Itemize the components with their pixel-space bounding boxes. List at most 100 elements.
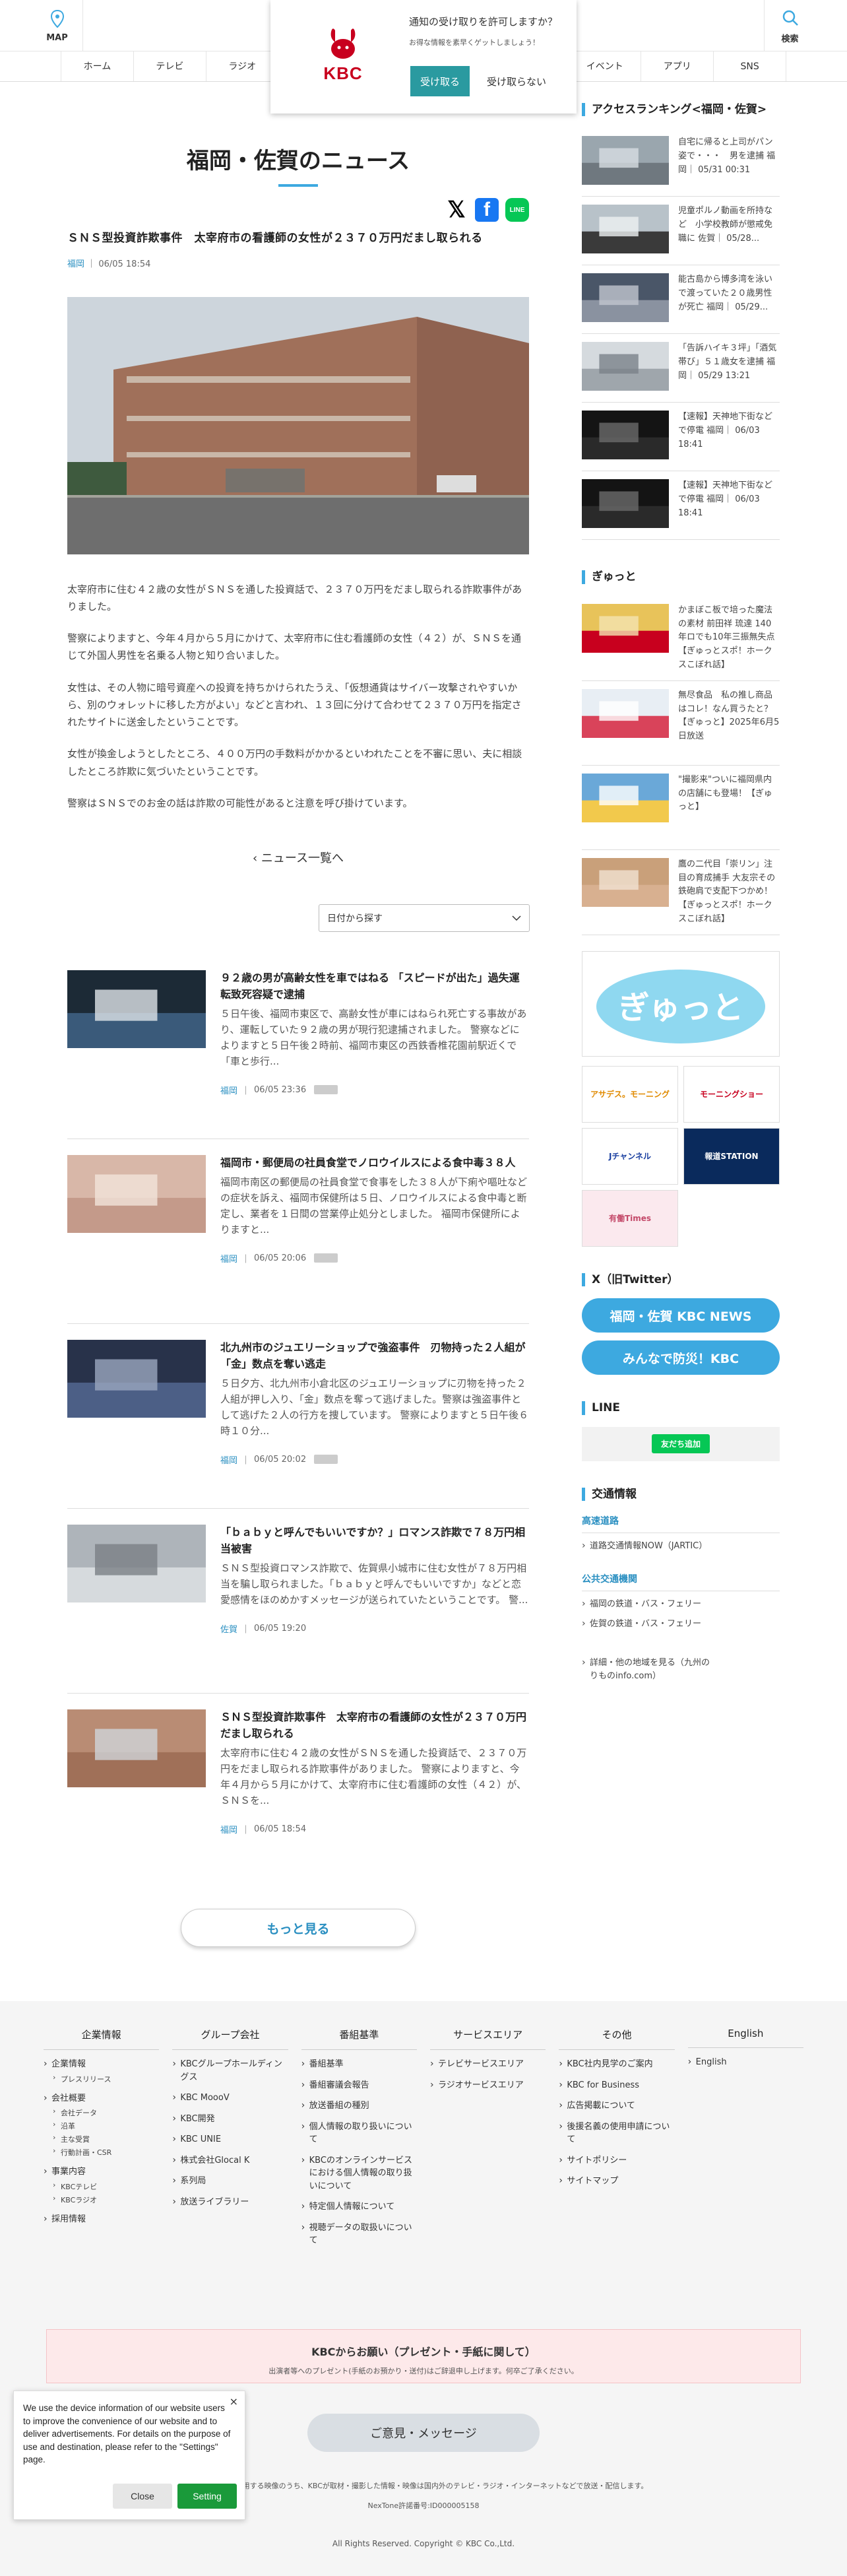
footer-link[interactable]: サイトマップ [559,2174,674,2187]
footer-link[interactable]: KBC社内見学のご案内 [559,2057,674,2070]
ranking-item[interactable]: 能古島から博多湾を泳いで渡っていた２０歳男性が死亡 福岡｜ 05/29... [582,265,780,335]
news-area-link[interactable]: 福岡 [220,1453,237,1466]
news-meta: 福岡 ｜ 06/05 20:06 [220,1252,529,1265]
search-button[interactable]: 検索 [764,0,815,51]
ranking-item[interactable]: 【速報】天神地下街などで停電 福岡｜ 06/03 18:41 [582,403,780,472]
traffic-link-more[interactable]: 詳細・他の地域を見る（九州のりものinfo.com） [582,1650,714,1682]
map-label: MAP [46,32,68,43]
footer-link[interactable]: ラジオサービスエリア [430,2078,546,2092]
news-list-item[interactable]: 福岡市・郵便局の社員食堂でノロウイルスによる食中毒３８人 福岡市南区の郵便局の社員… [67,1139,529,1324]
footer-link[interactable]: 会社概要 [44,2092,159,2105]
footer-link[interactable]: 系列局 [172,2174,288,2187]
footer-link[interactable]: 放送ライブラリー [172,2195,288,2208]
footer-sub-link[interactable]: 会社データ [44,2107,159,2118]
x-bousai-button[interactable]: みんなで防災！KBC [582,1340,780,1375]
ranking-item[interactable]: 自宅に帰ると上司がパン姿で・・・ 男を逮捕 福岡｜ 05/31 00:31 [582,128,780,197]
footer-sub-link[interactable]: 沿革 [44,2120,159,2131]
news-list-item[interactable]: 北九州市のジュエリーショップで強盗事件 刃物持った２人組が「金」数点を奪い逃走 ５… [67,1324,529,1509]
gnav-item-1[interactable]: テレビ [134,51,206,81]
opinion-message-button[interactable]: ご意見・メッセージ [307,2414,540,2452]
footer-link[interactable]: English [688,2055,803,2068]
search-label: 検索 [781,34,799,44]
gnav-item-7[interactable]: イベント [569,51,642,81]
share-line-button[interactable]: LINE [505,198,529,222]
gyutto-thumbnail-image [582,688,669,738]
ranking-item[interactable]: 【速報】天神地下街などで停電 福岡｜ 06/03 18:41 [582,471,780,541]
footer-link[interactable]: 番組基準 [301,2057,417,2070]
gnav-item-2[interactable]: ラジオ [206,51,279,81]
back-to-news-list-link[interactable]: ‹ ニュース一覧へ [67,849,529,866]
footer-link[interactable]: 放送番組の種別 [301,2099,417,2112]
footer-link[interactable]: サイトポリシー [559,2154,674,2167]
article-area-link[interactable]: 福岡 [67,259,84,269]
footer-link[interactable]: 視聴データの取扱いについて [301,2221,417,2247]
gyutto-thumbnail-image [582,773,669,822]
ranking-item[interactable]: 児童ポルノ動画を所持など 小学校教師が懲戒免職に 佐賀｜ 05/28... [582,197,780,266]
footer-link[interactable]: KBC for Business [559,2078,674,2092]
gnav-item-0[interactable]: ホーム [61,51,134,81]
date-filter-label: 日付から探す [327,913,383,924]
ranking-thumbnail [582,479,669,529]
footer-link[interactable]: 採用情報 [44,2212,159,2226]
footer-link[interactable]: 株式会社Glocal K [172,2154,288,2167]
notification-decline-button[interactable]: 受け取らない [480,66,553,96]
footer-link[interactable]: KBC UNIE [172,2132,288,2146]
map-button[interactable]: MAP [32,0,83,51]
footer-link[interactable]: KBCのオンラインサービスにおける個人情報の取り扱いについて [301,2154,417,2193]
gyutto-item[interactable]: 鷹の二代目「崇リン」注目の育成捕手 大友宗その鉄砲肩で支配下つかめ！【ぎゅっとス… [582,850,780,935]
present-title: KBCからお願い（プレゼント・手紙に関して） [311,2346,536,2358]
gnav-item-9[interactable]: SNS [714,51,787,81]
news-area-link[interactable]: 福岡 [220,1252,237,1265]
share-x-button[interactable]: 𝕏 [445,197,468,222]
article-paragraph: 太宰府市に住む４２歳の女性がＳＮＳを通した投資話で、２３７０万円をだまし取られる… [67,583,522,612]
notification-accept-button[interactable]: 受け取る [410,66,470,96]
gnav-item-8[interactable]: アプリ [641,51,714,81]
gyutto-banner[interactable]: ぎゅっと [582,950,780,1057]
date-filter-select[interactable]: 日付から探す [319,904,530,932]
news-area-link[interactable]: 福岡 [220,1823,237,1835]
traffic-link-saga[interactable]: 佐賀の鉄道・バス・フェリー [582,1611,780,1631]
footer-sub-link[interactable]: 主な受賞 [44,2133,159,2144]
news-list-item[interactable]: 「ｂａｂｙと呼んでもいいですか？」ロマンス詐欺で７８万円相当被害 ＳＮＳ型投資ロマ… [67,1509,529,1694]
consent-close-icon[interactable]: × [230,2395,238,2408]
traffic-link-jartic[interactable]: 道路交通情報NOW（JARTIC） [582,1533,780,1553]
news-list-item[interactable]: ９２歳の男が高齢女性を車ではねる 「スピードが出た」過失運転致死容疑で逮捕 ５日午… [67,954,529,1139]
footer-link[interactable]: KBC開発 [172,2112,288,2125]
news-area-link[interactable]: 福岡 [220,1084,237,1096]
program-banner[interactable]: アサデス。モーニング [582,1065,678,1123]
footer-link[interactable]: 企業情報 [44,2057,159,2070]
news-area-link[interactable]: 佐賀 [220,1622,237,1635]
footer-link[interactable]: 番組審議会報告 [301,2078,417,2092]
footer-link[interactable]: 後援名義の使用申請について [559,2120,674,2146]
footer-link[interactable]: テレビサービスエリア [430,2057,546,2070]
footer-sub-link[interactable]: プレスリリース [44,2073,159,2084]
footer-sub-link[interactable]: KBCテレビ [44,2181,159,2192]
gyutto-item[interactable]: 無尽食品 私の推し商品はコレ！なん買うたと？【ぎゅっと】2025年6月5日放送 [582,681,780,766]
footer-link[interactable]: KBCグループホールディングス [172,2057,288,2084]
footer-link[interactable]: 事業内容 [44,2165,159,2178]
gyutto-item[interactable]: かまぼこ板で培った魔法の素材 前田祥 琉達 140年ロでも10年三振無失点【ぎゅ… [582,596,780,681]
ranking-item[interactable]: 「告訴ハイキ３坪」「酒気帯び」５１歳女を逮捕 福岡｜ 05/29 13:21 [582,334,780,403]
x-kbc-news-button[interactable]: 福岡・佐賀 KBC NEWS [582,1298,780,1333]
more-button[interactable]: もっと見る [181,1909,416,1947]
program-banner[interactable]: 報道STATION [683,1127,780,1185]
footer-sub-link[interactable]: 行動計画・CSR [44,2146,159,2158]
program-banner[interactable]: モーニングショー [683,1065,780,1123]
program-banner[interactable]: 有働Times [582,1189,678,1247]
consent-setting-button[interactable]: Setting [177,2484,237,2509]
footer-link[interactable]: 広告掲載について [559,2099,674,2112]
footer-sub-link[interactable]: KBCラジオ [44,2194,159,2205]
program-banners: アサデス。モーニング モーニングショー Jチャンネル 報道STATION 有働Times [582,1065,780,1247]
news-text: 「ｂａｂｙと呼んでもいいですか？」ロマンス詐欺で７８万円相当被害 ＳＮＳ型投資ロマ… [220,1525,529,1677]
footer-link[interactable]: 特定個人情報について [301,2200,417,2213]
consent-close-button[interactable]: Close [113,2484,172,2509]
footer-link[interactable]: 個人情報の取り扱いについて [301,2120,417,2146]
program-banner[interactable]: Jチャンネル [582,1127,678,1185]
news-list-item[interactable]: ＳＮＳ型投資詐欺事件 太宰府市の看護師の女性が２３７０万円だまし取られる 太宰府市… [67,1694,529,1878]
traffic-link-fukuoka[interactable]: 福岡の鉄道・バス・フェリー [582,1591,780,1611]
footer-link[interactable]: KBC MoooV [172,2091,288,2104]
article-meta: 福岡 ｜ 06/05 18:54 [67,257,529,269]
gyutto-item[interactable]: "撮影来"ついに福岡県内の店舗にも登場！【ぎゅっと】 [582,766,780,850]
line-add-friend-button[interactable]: 友だち追加 [651,1434,710,1454]
share-facebook-button[interactable]: f [475,198,499,222]
